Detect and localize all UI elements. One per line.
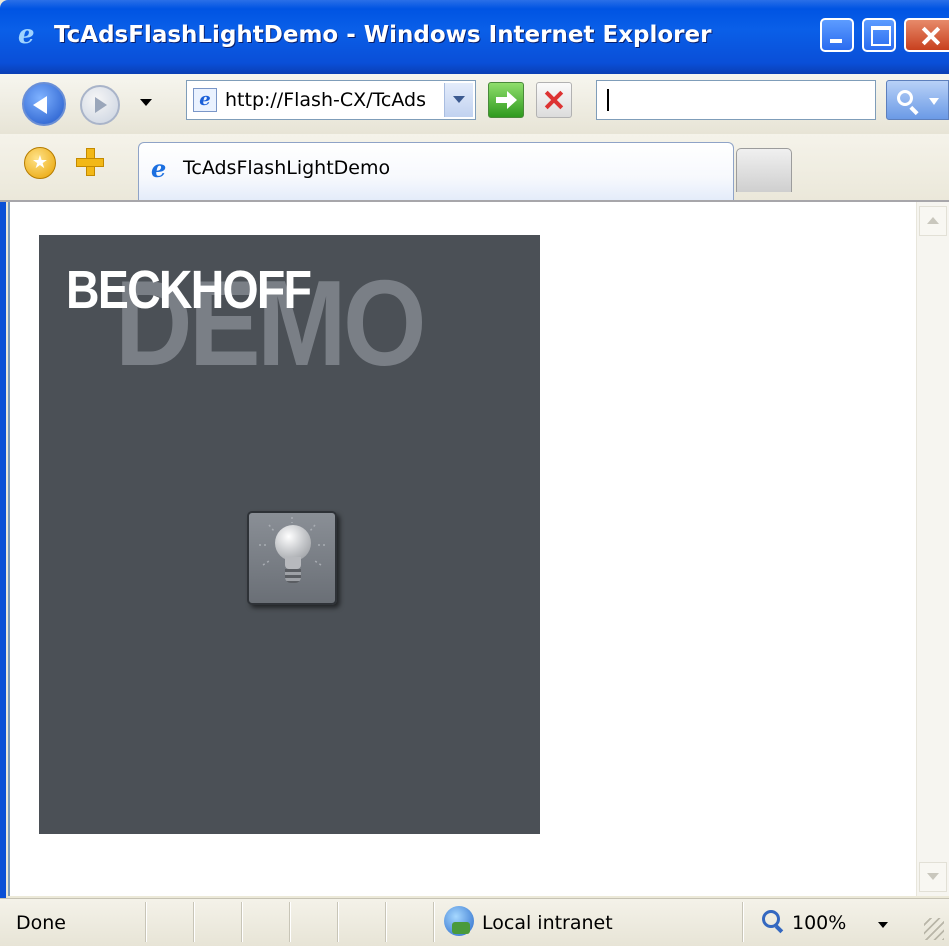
status-divider [241,902,243,942]
status-divider [742,902,744,942]
scroll-up-button[interactable] [919,206,947,236]
maximize-button[interactable] [862,18,896,52]
forward-button[interactable] [80,85,120,125]
favorites-center-icon[interactable]: ★ [24,147,56,179]
search-button[interactable] [886,80,949,120]
bulb-base [285,569,301,583]
security-zone-label[interactable]: Local intranet [482,912,613,934]
window-title: TcAdsFlashLightDemo - Windows Internet E… [54,22,712,48]
text-caret [607,89,609,111]
zoom-icon[interactable] [762,910,780,928]
ie-logo-icon: e [18,20,35,50]
bulb-neck [285,557,301,569]
status-divider [433,902,435,942]
flash-movie: DEMO BECKHOFF [39,235,540,834]
back-button[interactable] [22,82,66,126]
page-icon: e [193,88,217,112]
status-divider [193,902,195,942]
zoom-level[interactable]: 100% [792,912,846,934]
new-tab-button[interactable] [736,148,792,192]
tab-label: TcAdsFlashLightDemo [183,157,391,179]
light-toggle-button[interactable] [247,511,337,605]
status-divider [145,902,147,942]
scroll-down-button[interactable] [919,862,947,892]
ie-page-icon: e [151,154,167,183]
search-icon [897,90,913,106]
address-bar[interactable]: e http://Flash-CX/TcAds [186,80,476,120]
status-divider [289,902,291,942]
resize-grip[interactable] [924,918,944,940]
recent-pages-dropdown[interactable] [140,99,152,106]
status-divider [385,902,387,942]
go-button[interactable] [488,82,524,118]
light-bulb-icon [275,525,311,561]
title-bar[interactable]: e TcAdsFlashLightDemo - Windows Internet… [0,0,949,74]
beckhoff-logo: BECKHOFF [66,260,312,320]
window-frame-left [0,74,6,946]
local-intranet-icon[interactable] [444,906,474,936]
browser-window: e TcAdsFlashLightDemo - Windows Internet… [0,0,949,946]
status-text: Done [16,912,66,934]
address-text[interactable]: http://Flash-CX/TcAds [225,89,445,111]
close-button[interactable] [904,18,949,52]
search-options-dropdown[interactable] [929,98,939,105]
add-to-favorites-icon[interactable] [76,148,104,176]
tab-tcadsflashlightdemo[interactable]: e TcAdsFlashLightDemo [138,142,734,200]
stop-button[interactable] [536,82,572,118]
address-dropdown-button[interactable] [444,83,473,117]
search-input[interactable] [596,80,876,120]
minimize-button[interactable] [820,18,854,52]
vertical-scrollbar[interactable] [916,202,949,896]
zoom-dropdown[interactable] [878,922,888,928]
status-divider [337,902,339,942]
